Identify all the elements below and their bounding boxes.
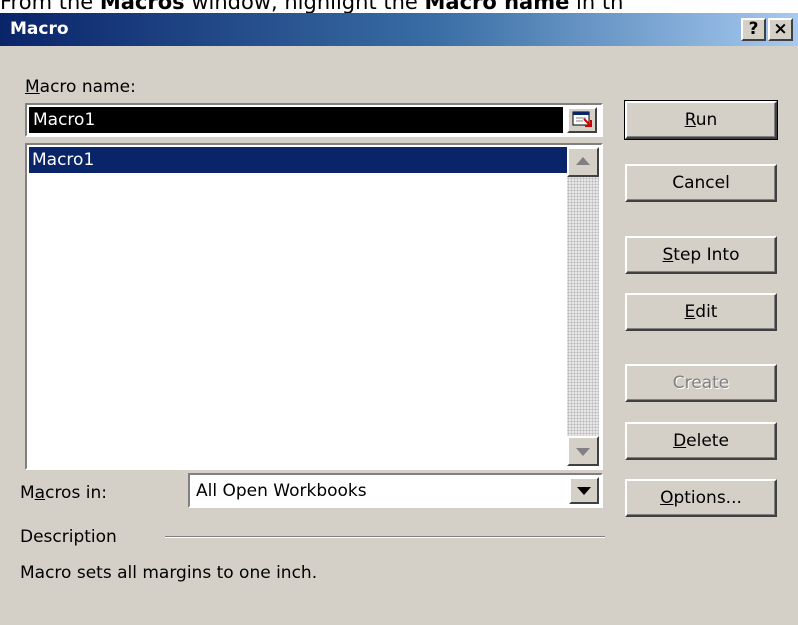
macros-in-value: All Open Workbooks [196, 481, 367, 501]
macro-name-input[interactable]: Macro1 [25, 103, 603, 137]
instruction-text: From the Macros window, highlight the Ma… [0, 0, 798, 13]
macros-in-select[interactable]: All Open Workbooks [188, 473, 603, 508]
list-item[interactable]: Macro1 [29, 147, 567, 173]
instruction-suffix: in th [569, 0, 624, 13]
create-button: Create [625, 364, 777, 402]
close-icon: × [773, 19, 788, 39]
step-into-button[interactable]: Step Into [625, 236, 777, 274]
collapse-dialog-button[interactable] [567, 107, 597, 133]
triangle-up-icon [576, 157, 590, 165]
description-label: Description [20, 527, 117, 547]
description-divider [165, 536, 605, 538]
delete-button[interactable]: Delete [625, 422, 777, 460]
instruction-bold-macro-name: Macro name [424, 0, 570, 13]
description-text: Macro sets all margins to one inch. [20, 563, 318, 583]
close-button[interactable]: × [768, 18, 793, 41]
options-button[interactable]: Options... [625, 479, 777, 517]
collapse-dialog-icon [572, 111, 592, 127]
run-button[interactable]: Run [624, 100, 778, 140]
macro-dialog: Macro ? × Macro name: Macro1 Macro1 Macr… [0, 13, 798, 625]
macro-name-value[interactable]: Macro1 [29, 107, 563, 133]
vertical-scrollbar[interactable] [567, 147, 599, 466]
macros-in-dropdown-button[interactable] [569, 477, 599, 504]
title-bar[interactable]: Macro ? × [0, 13, 798, 46]
triangle-down-icon [576, 448, 590, 456]
chevron-down-icon [577, 487, 591, 495]
scroll-down-button[interactable] [567, 436, 599, 466]
instruction-prefix: From the [0, 0, 100, 13]
cancel-button[interactable]: Cancel [625, 164, 777, 202]
macro-name-label: Macro name: [25, 77, 136, 97]
edit-button[interactable]: Edit [625, 293, 777, 331]
window-title: Macro [10, 19, 69, 39]
scroll-up-button[interactable] [567, 147, 599, 177]
instruction-bold-macros: Macros [99, 0, 185, 13]
macros-in-label: Macros in: [20, 483, 107, 503]
help-button[interactable]: ? [741, 18, 766, 41]
macro-list[interactable]: Macro1 [25, 143, 603, 470]
help-icon: ? [748, 19, 759, 39]
instruction-middle: window, highlight the [184, 0, 425, 13]
